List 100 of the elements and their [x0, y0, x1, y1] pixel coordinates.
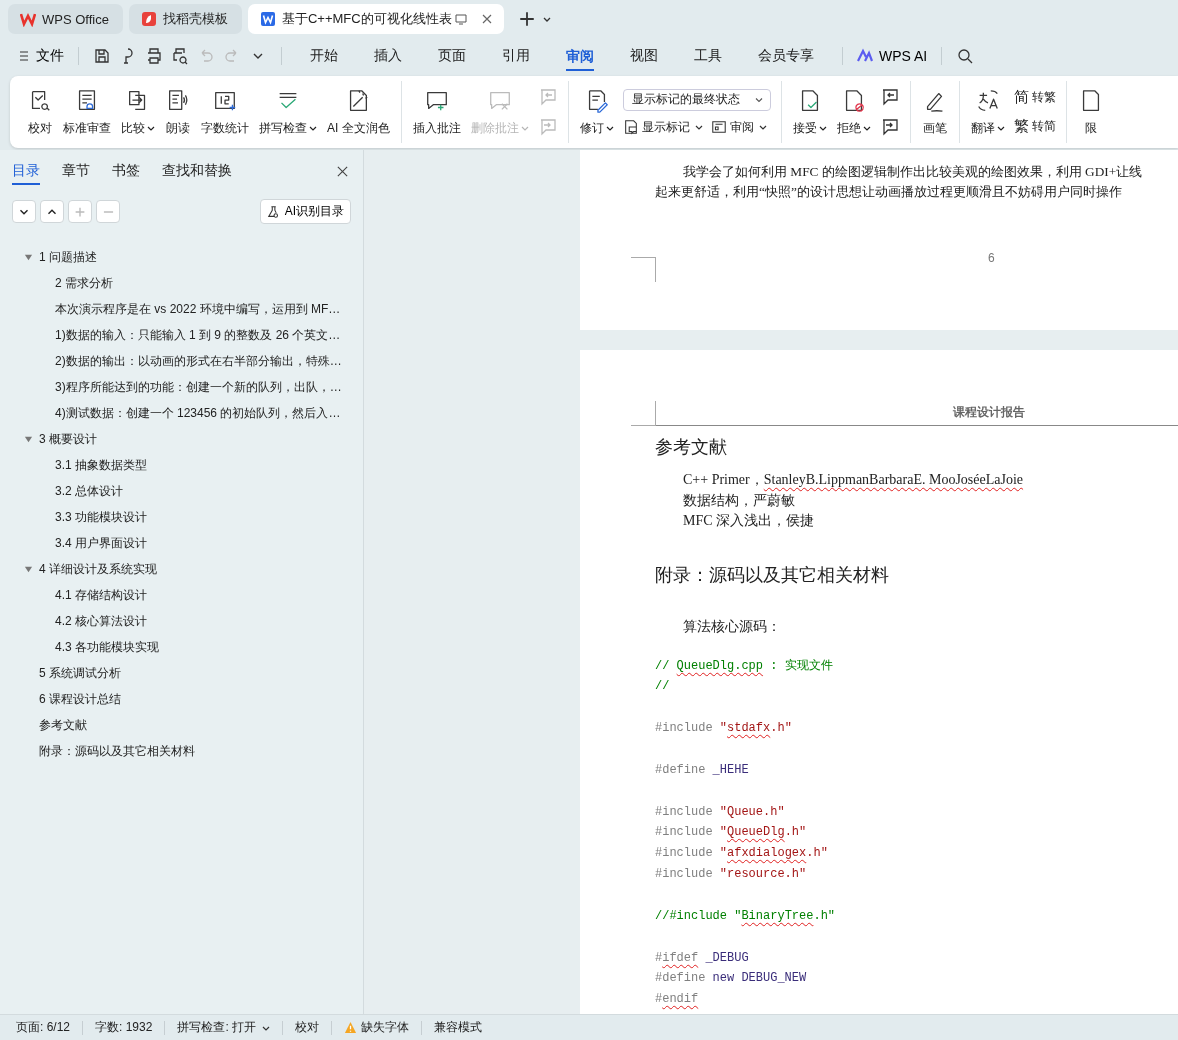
ribbon-tab[interactable]: 视图: [630, 41, 658, 71]
spell-check-status[interactable]: 拼写检查: 打开: [177, 1019, 271, 1036]
sidebar-tab[interactable]: 章节: [62, 162, 90, 185]
ribbon-tab[interactable]: 页面: [438, 41, 466, 71]
toc-item[interactable]: 4.2 核心算法设计: [55, 612, 147, 630]
toc-item[interactable]: 3)程序所能达到的功能：创建一个新的队列，出队，…: [55, 378, 342, 396]
toc-item[interactable]: 参考文献: [39, 716, 87, 734]
caret-icon: [309, 124, 317, 132]
print-preview-icon[interactable]: [171, 47, 189, 65]
ribbon-button[interactable]: 接受: [787, 85, 832, 139]
close-icon[interactable]: [336, 164, 349, 178]
ribbon-button[interactable]: 翻译: [965, 85, 1010, 139]
ribbon-button[interactable]: AI 全文润色: [322, 85, 395, 139]
reference-text: MFC 深入浅出，侯捷: [682, 512, 816, 530]
ai-toc-button[interactable]: AI识别目录: [259, 199, 351, 224]
caret-icon: [520, 124, 529, 132]
expand-arrow-icon[interactable]: [24, 434, 33, 444]
toc-item[interactable]: 本次演示程序是在 vs 2022 环境中编写，运用到 MF…: [55, 300, 341, 318]
code-line: #include "QueueDlg.h": [655, 824, 808, 842]
paragraph-text: 我学会了如何利用 MFC 的绘图逻辑制作出比较美观的绘图效果，利用 GDI+让线: [682, 163, 1144, 181]
missing-font-status[interactable]: 缺失字体: [344, 1019, 410, 1036]
toc-item[interactable]: 3 概要设计: [39, 430, 97, 448]
printer-icon[interactable]: [145, 47, 163, 65]
minus-icon: [102, 209, 114, 214]
collapse-button[interactable]: [12, 200, 36, 223]
toc-item[interactable]: 4.3 各功能模块实现: [55, 638, 159, 656]
plus-icon[interactable]: [517, 10, 536, 28]
caret-icon: [147, 124, 155, 132]
toc-item[interactable]: 3.4 用户界面设计: [55, 534, 147, 552]
app-tab[interactable]: 找稻壳模板: [128, 4, 242, 34]
toc-item[interactable]: 4.1 存储结构设计: [55, 586, 147, 604]
ribbon-tab[interactable]: 引用: [502, 41, 530, 71]
section-heading: 附录：源码以及其它相关材料: [654, 563, 890, 587]
toc-item[interactable]: 2)数据的输出：以动画的形式在右半部分输出，特殊…: [55, 352, 342, 370]
ribbon-button[interactable]: 拼写检查: [254, 85, 322, 139]
code-line: #endif: [655, 991, 700, 1009]
toc-item[interactable]: 4)测试数据：创建一个 123456 的初始队列，然后入…: [55, 404, 341, 422]
save-icon[interactable]: [93, 47, 111, 65]
ribbon-tab[interactable]: 开始: [310, 41, 338, 71]
expand-button[interactable]: [40, 200, 64, 223]
file-menu-button[interactable]: 文件: [14, 45, 68, 67]
ribbon-button[interactable]: 比较: [116, 85, 160, 139]
code-line: //: [655, 678, 671, 696]
expand-arrow-icon[interactable]: [24, 252, 33, 262]
toc-item[interactable]: 3.1 抽象数据类型: [55, 456, 147, 474]
sidebar-tab[interactable]: 目录: [12, 162, 40, 185]
code-line: #define _HEHE: [655, 761, 750, 779]
caret-icon: [694, 123, 703, 131]
toc-item[interactable]: 2 需求分析: [55, 274, 113, 292]
section-heading: 参考文献: [654, 436, 728, 459]
crop-mark: [631, 257, 656, 282]
reference-text: 数据结构，严蔚敏: [682, 491, 796, 510]
paragraph-text: 算法核心源码：: [682, 617, 782, 636]
crop-mark: [631, 401, 656, 426]
ribbon-button[interactable]: 简 转繁: [1013, 88, 1056, 107]
caret-icon: [758, 123, 767, 131]
caret-icon: [996, 124, 1005, 132]
app-tab[interactable]: WPS Office: [8, 4, 123, 34]
code-line: #include "stdafx.h": [655, 720, 793, 738]
ribbon-tab[interactable]: 插入: [374, 41, 402, 71]
ribbon-button[interactable]: 繁 转简: [1013, 117, 1056, 136]
code-line: //#include "BinaryTree.h": [655, 907, 837, 925]
ribbon-tab[interactable]: 工具: [694, 41, 722, 71]
toc-item[interactable]: 1)数据的输入：只能输入 1 到 9 的整数及 26 个英文…: [55, 326, 341, 344]
toc-item[interactable]: 5 系统调试分析: [39, 664, 121, 682]
wps-ai-button[interactable]: WPS AI: [853, 46, 932, 66]
toc-item[interactable]: 附录：源码以及其它相关材料: [39, 742, 195, 760]
status-text: 字数: 1932: [95, 1019, 153, 1036]
ribbon-button[interactable]: 标准审查: [58, 85, 116, 139]
sidebar-tab[interactable]: 查找和替换: [162, 162, 232, 185]
ribbon-button[interactable]: 字数统计: [196, 85, 254, 139]
toc-item[interactable]: 1 问题描述: [39, 248, 97, 266]
window-icon: [710, 119, 727, 135]
ribbon-button[interactable]: 审阅: [710, 118, 767, 136]
sidebar-tab[interactable]: 书签: [112, 162, 140, 185]
toc-item[interactable]: 3.3 功能模块设计: [55, 508, 147, 526]
toc-item[interactable]: 3.2 总体设计: [55, 482, 123, 500]
ribbon-button[interactable]: 画笔: [916, 85, 953, 139]
search-icon[interactable]: [956, 47, 975, 65]
leaf-logo-icon: [140, 11, 157, 27]
ribbon-button[interactable]: 显示标记: [622, 118, 703, 136]
caret-icon: [605, 124, 614, 132]
ribbon-button[interactable]: 修订: [574, 85, 619, 139]
toc-item[interactable]: 6 课程设计总结: [39, 690, 121, 708]
ribbon-button[interactable]: 插入批注: [407, 85, 466, 139]
ribbon-button[interactable]: 校对: [22, 85, 58, 139]
app-tab[interactable]: 基于C++MFC的可视化线性表: [247, 4, 504, 34]
status-text: 页面: 6/12: [16, 1019, 71, 1036]
markup-mode-dropdown[interactable]: 显示标记的最终状态: [622, 88, 771, 111]
ribbon-tab[interactable]: 审阅: [566, 41, 594, 71]
expand-arrow-icon[interactable]: [24, 564, 33, 574]
document-comment-icon: [622, 119, 639, 135]
warning-icon: [344, 1021, 358, 1034]
ribbon-button[interactable]: 朗读: [160, 85, 196, 139]
caret-icon: [818, 124, 827, 132]
ribbon-button[interactable]: 拒绝: [831, 85, 876, 139]
ribbon-tab[interactable]: 会员专享: [758, 41, 814, 71]
ribbon-button[interactable]: 限: [1072, 85, 1109, 139]
toc-item[interactable]: 4 详细设计及系统实现: [39, 560, 157, 578]
reference-text: C++ Primer，StanleyB.LippmanBarbaraE. MooJoséeLaJoie: [682, 471, 1025, 489]
